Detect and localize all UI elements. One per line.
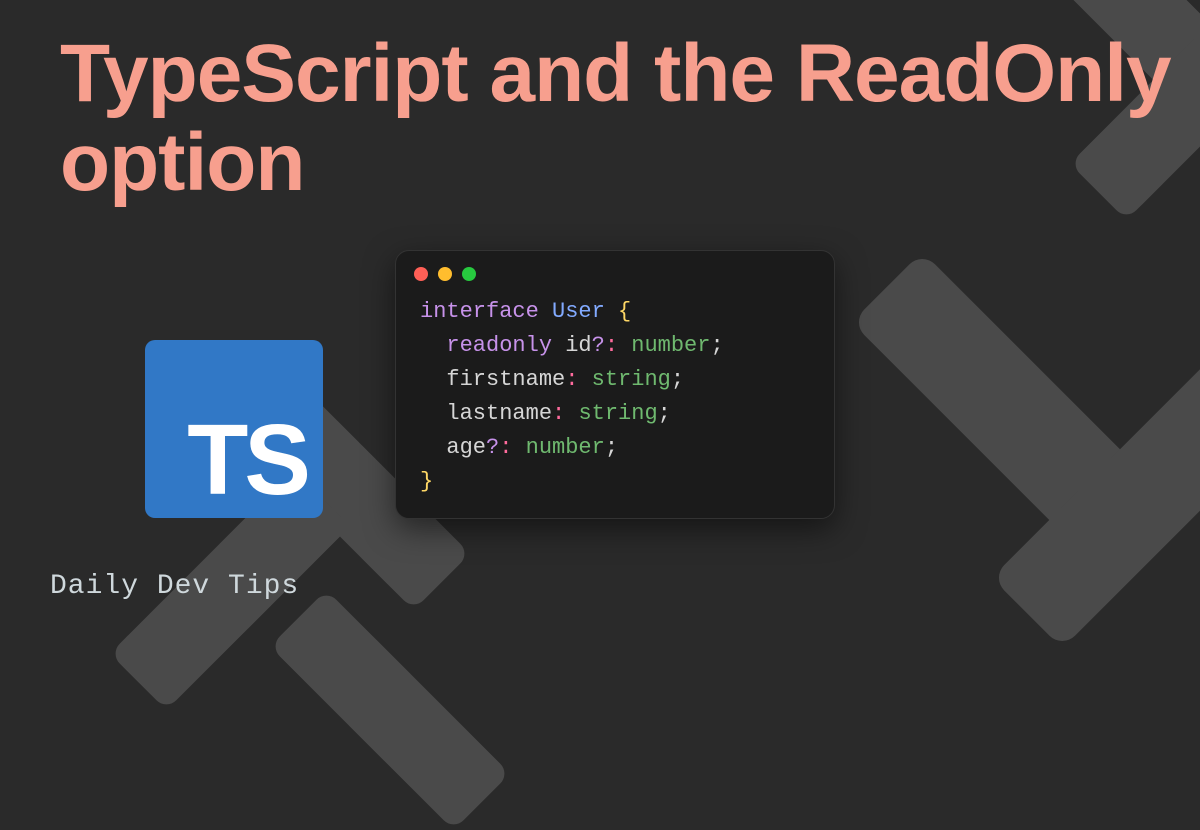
close-icon xyxy=(414,267,428,281)
code-window: interface User { readonly id?: number; f… xyxy=(395,250,835,519)
code-colon: : xyxy=(565,367,578,392)
code-keyword: interface xyxy=(420,299,539,324)
code-prop: lastname xyxy=(446,401,552,426)
code-prop: age xyxy=(446,435,486,460)
code-semi: ; xyxy=(658,401,671,426)
code-colon: : xyxy=(552,401,565,426)
code-type: string xyxy=(578,401,657,426)
code-prop: id xyxy=(565,333,591,358)
code-brace-open: { xyxy=(618,299,631,324)
typescript-logo: TS xyxy=(145,340,323,518)
minimize-icon xyxy=(438,267,452,281)
footer-text: Daily Dev Tips xyxy=(50,571,299,602)
typescript-logo-text: TS xyxy=(187,410,307,510)
code-semi: ; xyxy=(605,435,618,460)
code-prop: firstname xyxy=(446,367,565,392)
maximize-icon xyxy=(462,267,476,281)
code-semi: ; xyxy=(710,333,723,358)
code-readonly: readonly xyxy=(446,333,552,358)
code-brace-close: } xyxy=(420,469,433,494)
code-colon: : xyxy=(499,435,512,460)
code-type: number xyxy=(631,333,710,358)
code-block: interface User { readonly id?: number; f… xyxy=(396,289,834,500)
window-controls xyxy=(396,251,834,289)
code-semi: ; xyxy=(671,367,684,392)
code-type: number xyxy=(526,435,605,460)
code-colon: : xyxy=(605,333,618,358)
code-optional: ? xyxy=(592,333,605,358)
code-type: string xyxy=(592,367,671,392)
code-optional: ? xyxy=(486,435,499,460)
page-title: TypeScript and the ReadOnly option xyxy=(60,30,1200,207)
code-typename: User xyxy=(552,299,605,324)
